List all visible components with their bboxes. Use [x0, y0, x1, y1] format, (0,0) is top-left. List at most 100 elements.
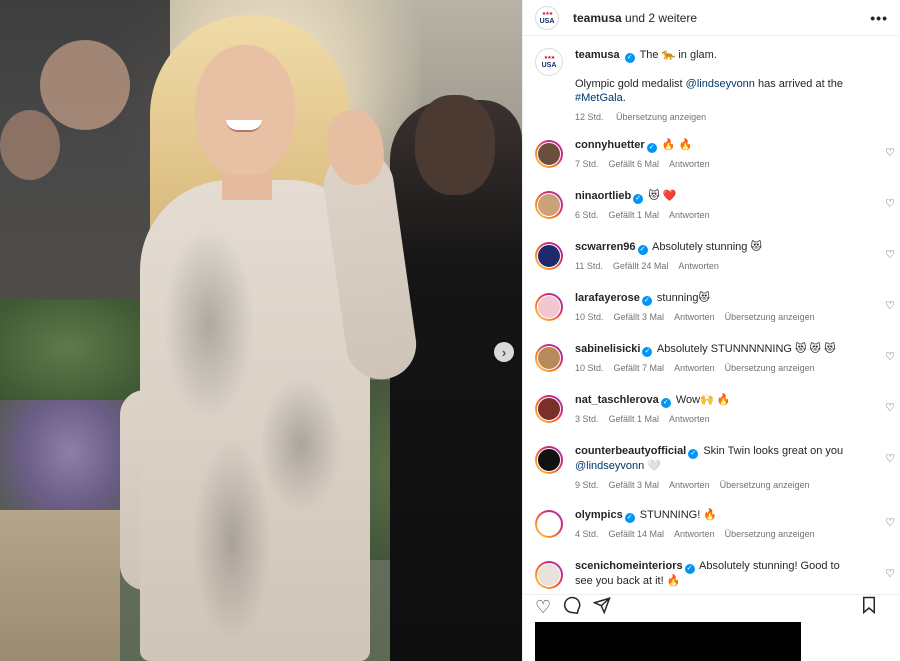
comment-body: nat_taschlerova ✓ Wow🙌 🔥 3 Std. Gefällt 1 M…: [575, 393, 889, 427]
comment-time: 4 Std.: [575, 529, 599, 539]
avatar-image: [537, 512, 561, 536]
translate-link[interactable]: Übersetzung anzeigen: [725, 529, 815, 539]
reply-link[interactable]: Antworten: [678, 261, 719, 271]
comment-time: 10 Std.: [575, 363, 604, 373]
comment-likes[interactable]: Gefällt 3 Mal: [614, 312, 665, 322]
comment-username[interactable]: ninaortlieb: [575, 190, 631, 202]
comment-body: sabinelisicki ✓ Absolutely STUNNNNNING 😻 …: [575, 342, 889, 376]
comment-item: scenichomeinteriors ✓ Absolutely stunning…: [523, 559, 900, 589]
commenter-avatar[interactable]: [535, 395, 563, 423]
comment-username[interactable]: counterbeautyofficial: [575, 445, 686, 457]
comment-meta: 11 Std. Gefällt 24 Mal Antworten: [575, 259, 859, 274]
photo-background-guest-head: [415, 95, 495, 195]
commenter-avatar[interactable]: [535, 344, 563, 372]
comment-likes[interactable]: Gefällt 6 Mal: [609, 159, 660, 169]
reply-link[interactable]: Antworten: [669, 210, 710, 220]
comment-username[interactable]: olympics: [575, 509, 623, 521]
caption-text: Olympic gold medalist: [575, 78, 683, 90]
comment-likes[interactable]: Gefällt 1 Mal: [609, 210, 660, 220]
comment-icon[interactable]: [563, 596, 581, 619]
reply-link[interactable]: Antworten: [669, 480, 710, 490]
comments-list[interactable]: connyhuetter ✓ 🔥 🔥 7 Std. Gefällt 6 Mal Antw…: [523, 138, 900, 590]
mention-link[interactable]: @lindseyvonn: [686, 78, 755, 90]
next-photo-button[interactable]: ›: [494, 342, 514, 362]
commenter-avatar[interactable]: [535, 191, 563, 219]
like-comment-heart-icon[interactable]: ♡: [885, 567, 895, 580]
comment-likes[interactable]: Gefällt 3 Mal: [609, 480, 660, 490]
reply-link[interactable]: Antworten: [669, 414, 710, 424]
hashtag-link[interactable]: #MetGala: [575, 92, 623, 104]
photo-planter: [0, 510, 120, 661]
comment-username[interactable]: larafayerose: [575, 292, 640, 304]
comment-meta: 10 Std. Gefällt 7 Mal Antworten Übersetzung…: [575, 361, 859, 376]
coauthors-link[interactable]: und 2 weitere: [625, 11, 697, 25]
commenter-avatar[interactable]: [535, 242, 563, 270]
comment-username[interactable]: sabinelisicki: [575, 343, 640, 355]
commenter-avatar[interactable]: [535, 293, 563, 321]
reply-link[interactable]: Antworten: [674, 363, 715, 373]
like-comment-heart-icon[interactable]: ♡: [885, 401, 895, 414]
comment-likes[interactable]: Gefällt 24 Mal: [613, 261, 669, 271]
reply-link[interactable]: Antworten: [674, 312, 715, 322]
commenter-avatar[interactable]: [535, 510, 563, 538]
mention-link[interactable]: @lindseyvonn: [575, 460, 644, 472]
comment-time: 7 Std.: [575, 159, 599, 169]
comment-body: olympics ✓ STUNNING! 🔥 4 Std. Gefällt 14 Ma…: [575, 508, 889, 542]
comment-text: 🔥 🔥: [661, 139, 693, 151]
reply-link[interactable]: Antworten: [669, 159, 710, 169]
caption-username[interactable]: teamusa: [575, 49, 620, 61]
comment-meta: 4 Std. Gefällt 14 Mal Antworten Übersetzung…: [575, 527, 859, 542]
post-authors: teamusa und 2 weitere: [573, 11, 697, 25]
comment-likes[interactable]: Gefällt 7 Mal: [614, 363, 665, 373]
comment-username[interactable]: connyhuetter: [575, 139, 645, 151]
comment-username[interactable]: nat_taschlerova: [575, 394, 659, 406]
author-username-link[interactable]: teamusa: [573, 11, 622, 25]
comment-text: 🤍: [647, 460, 662, 472]
translate-link[interactable]: Übersetzung anzeigen: [720, 480, 810, 490]
commenter-avatar[interactable]: [535, 446, 563, 474]
teamusa-avatar[interactable]: ★★★ USA: [535, 5, 559, 30]
translate-link[interactable]: Übersetzung anzeigen: [616, 112, 706, 122]
caption-text: has arrived at the: [757, 78, 843, 90]
translate-link[interactable]: Übersetzung anzeigen: [725, 312, 815, 322]
reply-link[interactable]: Antworten: [674, 529, 715, 539]
heart-icon[interactable]: ♡: [535, 597, 551, 618]
comment-time: 11 Std.: [575, 261, 603, 271]
caption-text: The: [639, 49, 659, 61]
caption-avatar[interactable]: ★★★ USA: [535, 48, 563, 76]
like-comment-heart-icon[interactable]: ♡: [885, 516, 895, 529]
like-comment-heart-icon[interactable]: ♡: [885, 350, 895, 363]
like-comment-heart-icon[interactable]: ♡: [885, 146, 895, 159]
comment-username[interactable]: scwarren96: [575, 241, 636, 253]
share-icon[interactable]: [592, 596, 611, 619]
like-comment-heart-icon[interactable]: ♡: [885, 299, 895, 312]
comment-username[interactable]: scenichomeinteriors: [575, 560, 683, 572]
comment-likes[interactable]: Gefällt 1 Mal: [609, 414, 660, 424]
comment-item: olympics ✓ STUNNING! 🔥 4 Std. Gefällt 14 Ma…: [523, 508, 900, 542]
like-comment-heart-icon[interactable]: ♡: [885, 197, 895, 210]
team-usa-logo: ★★★ USA: [541, 55, 557, 69]
more-options-icon[interactable]: •••: [870, 10, 888, 26]
avatar-image: [537, 346, 561, 370]
comment-likes[interactable]: Gefällt 14 Mal: [609, 529, 665, 539]
commenter-avatar[interactable]: [535, 561, 563, 589]
comment-body: scenichomeinteriors ✓ Absolutely stunning…: [575, 559, 889, 589]
redacted-area: [535, 622, 801, 661]
verified-badge-icon: ✓: [660, 398, 671, 408]
translate-link[interactable]: Übersetzung anzeigen: [725, 363, 815, 373]
commenter-avatar[interactable]: [535, 140, 563, 168]
verified-badge-icon: ✓: [637, 245, 648, 255]
comment-body: scwarren96 ✓ Absolutely stunning 😻 11 Std.…: [575, 240, 889, 274]
comment-item: connyhuetter ✓ 🔥 🔥 7 Std. Gefällt 6 Mal Antw…: [523, 138, 900, 172]
avatar-image: [537, 244, 561, 268]
verified-badge-icon: ✓: [642, 347, 653, 357]
bookmark-icon[interactable]: [861, 596, 877, 619]
comment-meta: 10 Std. Gefällt 3 Mal Antworten Übersetzung…: [575, 310, 859, 325]
avatar-image: [537, 142, 561, 166]
avatar-image: [537, 397, 561, 421]
like-comment-heart-icon[interactable]: ♡: [885, 452, 895, 465]
avatar-image: [537, 563, 561, 587]
avatar-image: [537, 448, 561, 472]
comment-text: STUNNING! 🔥: [639, 509, 718, 521]
like-comment-heart-icon[interactable]: ♡: [885, 248, 895, 261]
